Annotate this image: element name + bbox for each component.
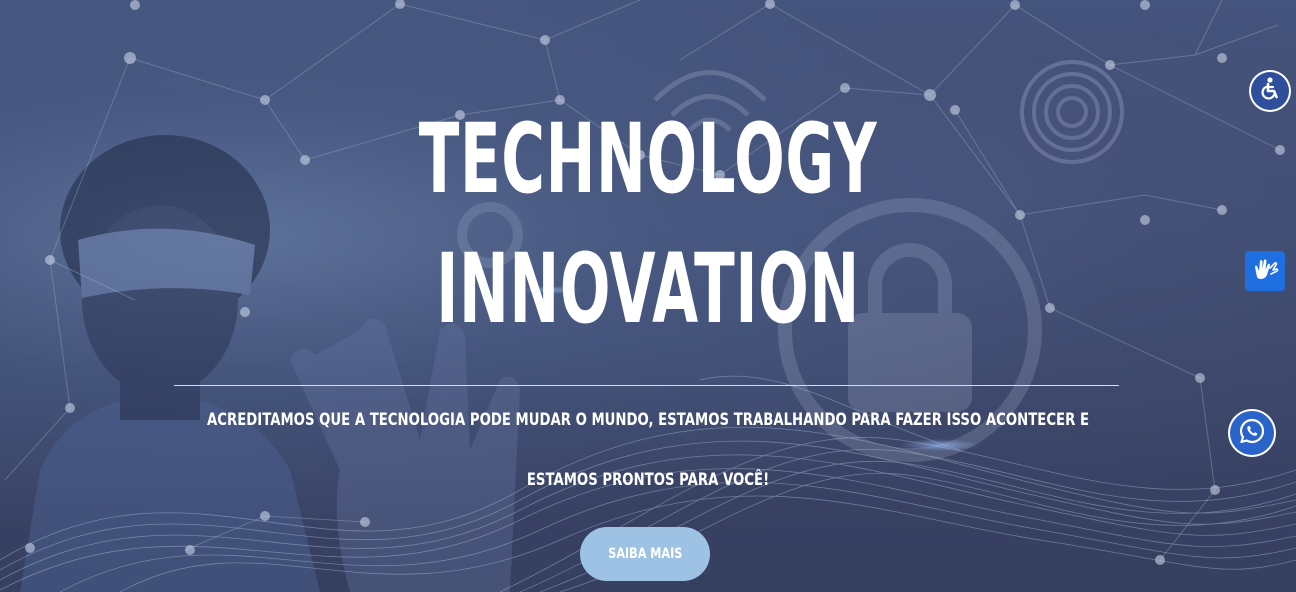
sign-language-hands-icon	[1251, 255, 1279, 288]
whatsapp-button[interactable]	[1230, 411, 1274, 455]
headline-line-1: TECHNOLOGY	[418, 103, 878, 215]
wheelchair-icon	[1257, 76, 1283, 107]
tagline-line-1: ACREDITAMOS QUE A TECNOLOGIA PODE MUDAR …	[206, 410, 1090, 430]
hero-section: TECHNOLOGY INNOVATION ACREDITAMOS QUE A …	[0, 0, 1296, 592]
tagline-line-2: ESTAMOS PRONTOS PARA VOCÊ!	[526, 470, 770, 490]
headline-line-2: INNOVATION	[436, 233, 860, 345]
whatsapp-icon	[1238, 417, 1266, 450]
divider-line	[174, 385, 1119, 386]
accessibility-button[interactable]	[1251, 72, 1289, 110]
saiba-mais-label: SAIBA MAIS	[607, 546, 683, 562]
saiba-mais-button[interactable]: SAIBA MAIS	[580, 527, 710, 581]
sign-language-button[interactable]	[1245, 251, 1285, 291]
